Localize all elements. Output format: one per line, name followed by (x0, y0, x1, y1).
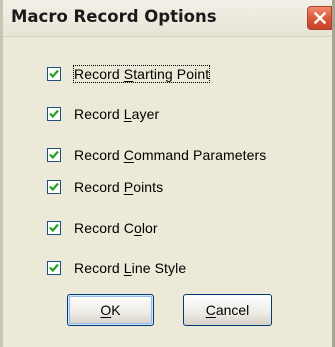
checkmark-icon (49, 150, 59, 160)
option-record-color[interactable]: Record Color (47, 218, 158, 238)
checkmark-icon (49, 263, 59, 273)
option-record-starting-point[interactable]: Record Starting Point (47, 64, 211, 84)
option-record-points[interactable]: Record Points (47, 177, 163, 197)
title-bar[interactable]: Macro Record Options (3, 0, 332, 37)
option-label: Record Points (74, 179, 164, 195)
checkbox-record-command-parameters[interactable] (47, 148, 61, 162)
checkmark-icon (49, 69, 59, 79)
checkmark-icon (49, 182, 59, 192)
window-title: Macro Record Options (11, 7, 217, 26)
option-record-line-style[interactable]: Record Line Style (47, 258, 186, 278)
checkbox-record-layer[interactable] (47, 107, 61, 121)
cancel-button[interactable]: Cancel (183, 294, 272, 326)
checkbox-record-starting-point[interactable] (47, 67, 61, 81)
ok-button[interactable]: OK (67, 294, 154, 326)
ok-button-label: OK (100, 302, 121, 318)
close-button[interactable] (307, 6, 332, 30)
macro-record-options-dialog: Macro Record Options Record Starting Poi… (0, 0, 335, 347)
close-icon (314, 12, 326, 24)
option-label: Record Color (74, 220, 158, 236)
checkmark-icon (49, 223, 59, 233)
option-label: Record Layer (74, 106, 160, 122)
checkbox-record-color[interactable] (47, 221, 61, 235)
cancel-button-label: Cancel (205, 302, 250, 318)
option-record-layer[interactable]: Record Layer (47, 104, 159, 124)
checkmark-icon (49, 109, 59, 119)
checkbox-record-points[interactable] (47, 180, 61, 194)
option-label: Record Starting Point (72, 65, 211, 83)
option-record-command-parameters[interactable]: Record Command Parameters (47, 145, 266, 165)
option-label: Record Line Style (74, 260, 187, 276)
checkbox-record-line-style[interactable] (47, 261, 61, 275)
option-label: Record Command Parameters (74, 147, 267, 163)
